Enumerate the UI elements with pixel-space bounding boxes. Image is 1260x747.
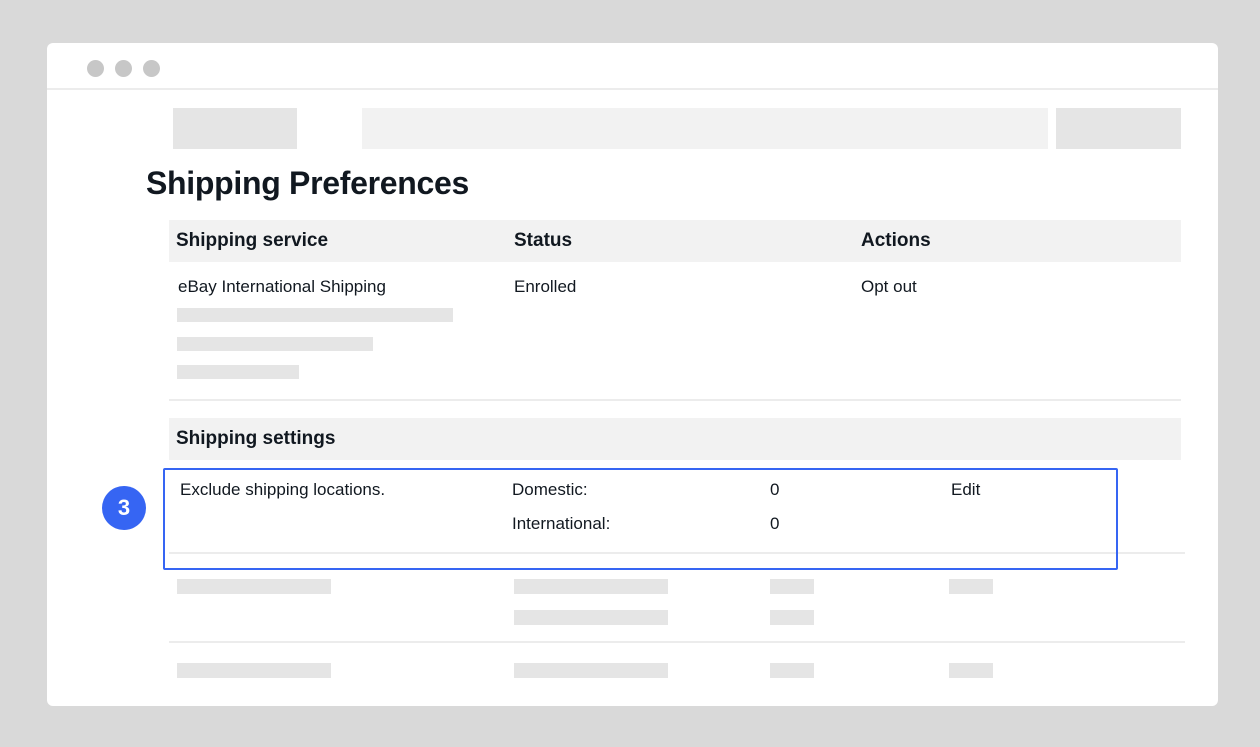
settings-header: Shipping settings (169, 418, 1181, 460)
opt-out-link[interactable]: Opt out (861, 277, 917, 297)
window-titlebar (47, 43, 1218, 90)
cell-placeholder (177, 579, 331, 594)
column-header-status: Status (514, 230, 573, 251)
text-placeholder (177, 365, 299, 379)
settings-header-label: Shipping settings (176, 428, 336, 449)
cell-placeholder (177, 663, 331, 678)
cell-placeholder (770, 610, 814, 625)
highlight-box (163, 468, 1118, 570)
cell-placeholder (770, 663, 814, 678)
page-title: Shipping Preferences (146, 165, 469, 201)
logo-placeholder (173, 108, 297, 149)
search-bar-placeholder[interactable] (362, 108, 1048, 149)
divider (169, 641, 1185, 643)
cell-placeholder (949, 663, 993, 678)
cell-placeholder (514, 610, 668, 625)
text-placeholder (177, 337, 373, 351)
browser-window: Shipping Preferences Shipping service St… (47, 43, 1218, 706)
cell-placeholder (770, 579, 814, 594)
service-name: eBay International Shipping (178, 277, 386, 296)
service-status: Enrolled (514, 277, 577, 296)
divider (169, 399, 1181, 401)
window-control-dot[interactable] (115, 60, 132, 77)
step-number-badge: 3 (102, 486, 146, 530)
column-header-actions: Actions (861, 230, 931, 251)
cell-placeholder (949, 579, 993, 594)
cell-placeholder (514, 663, 668, 678)
column-header-service: Shipping service (176, 230, 329, 251)
service-table-header: Shipping service Status Actions (169, 220, 1181, 262)
button-placeholder[interactable] (1056, 108, 1181, 149)
cell-placeholder (514, 579, 668, 594)
text-placeholder (177, 308, 453, 322)
window-control-dot[interactable] (87, 60, 104, 77)
window-control-dot[interactable] (143, 60, 160, 77)
